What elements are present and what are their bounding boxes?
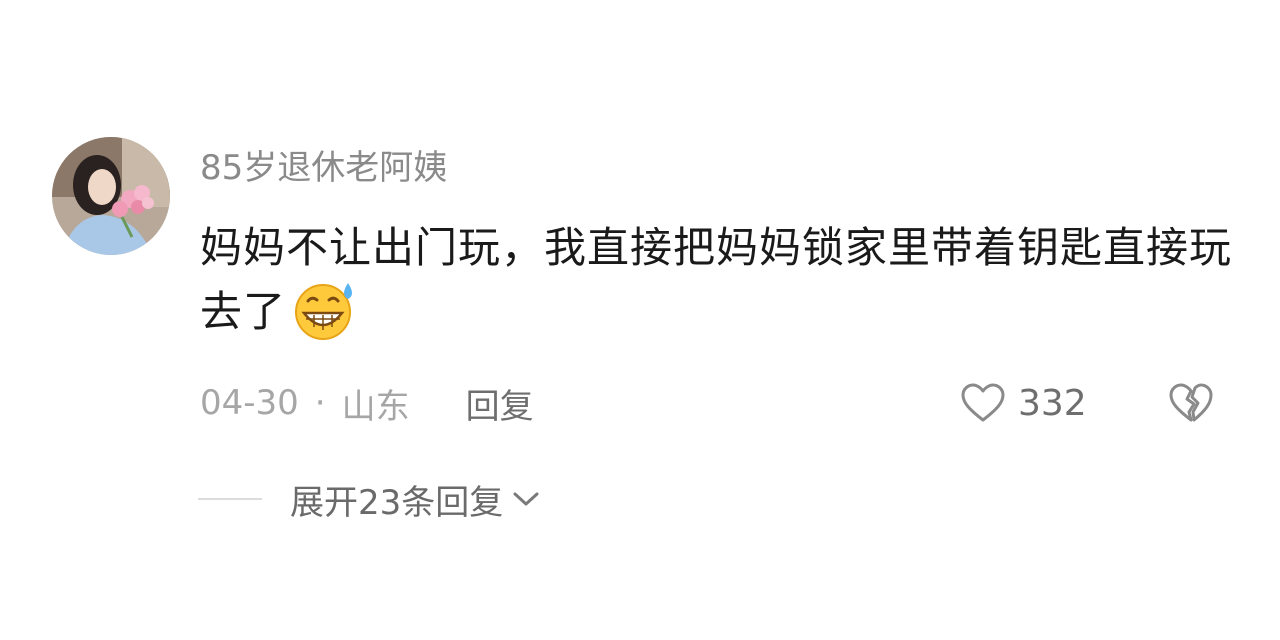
divider-line — [198, 498, 262, 500]
heart-outline-icon — [961, 383, 1005, 422]
expand-replies-label: 展开23条回复 — [290, 482, 504, 523]
comment-item: 85岁退休老阿姨 妈妈不让出门玩，我直接把妈妈锁家里带着钥匙直接玩去了 04-3… — [0, 0, 1280, 640]
chevron-down-icon — [513, 492, 539, 506]
comment-body: 妈妈不让出门玩，我直接把妈妈锁家里带着钥匙直接玩去了 — [200, 216, 1240, 344]
meta-separator: · — [314, 383, 326, 423]
sweat-grinning-emoji-icon — [295, 282, 353, 340]
broken-heart-icon — [1169, 383, 1213, 422]
comment-meta: 04-30 · 山东 回复 — [200, 379, 534, 428]
avatar[interactable] — [52, 137, 170, 255]
dislike-button[interactable] — [1168, 382, 1214, 428]
comment-location: 山东 — [341, 386, 410, 427]
expand-replies-button[interactable]: 展开23条回复 — [198, 474, 541, 524]
reply-button[interactable]: 回复 — [466, 379, 534, 428]
avatar-image — [52, 137, 170, 255]
like-button[interactable]: 332 — [960, 380, 1087, 426]
username[interactable]: 85岁退休老阿姨 — [200, 146, 447, 190]
comment-date: 04-30 — [200, 383, 299, 423]
like-count: 332 — [1018, 382, 1087, 424]
